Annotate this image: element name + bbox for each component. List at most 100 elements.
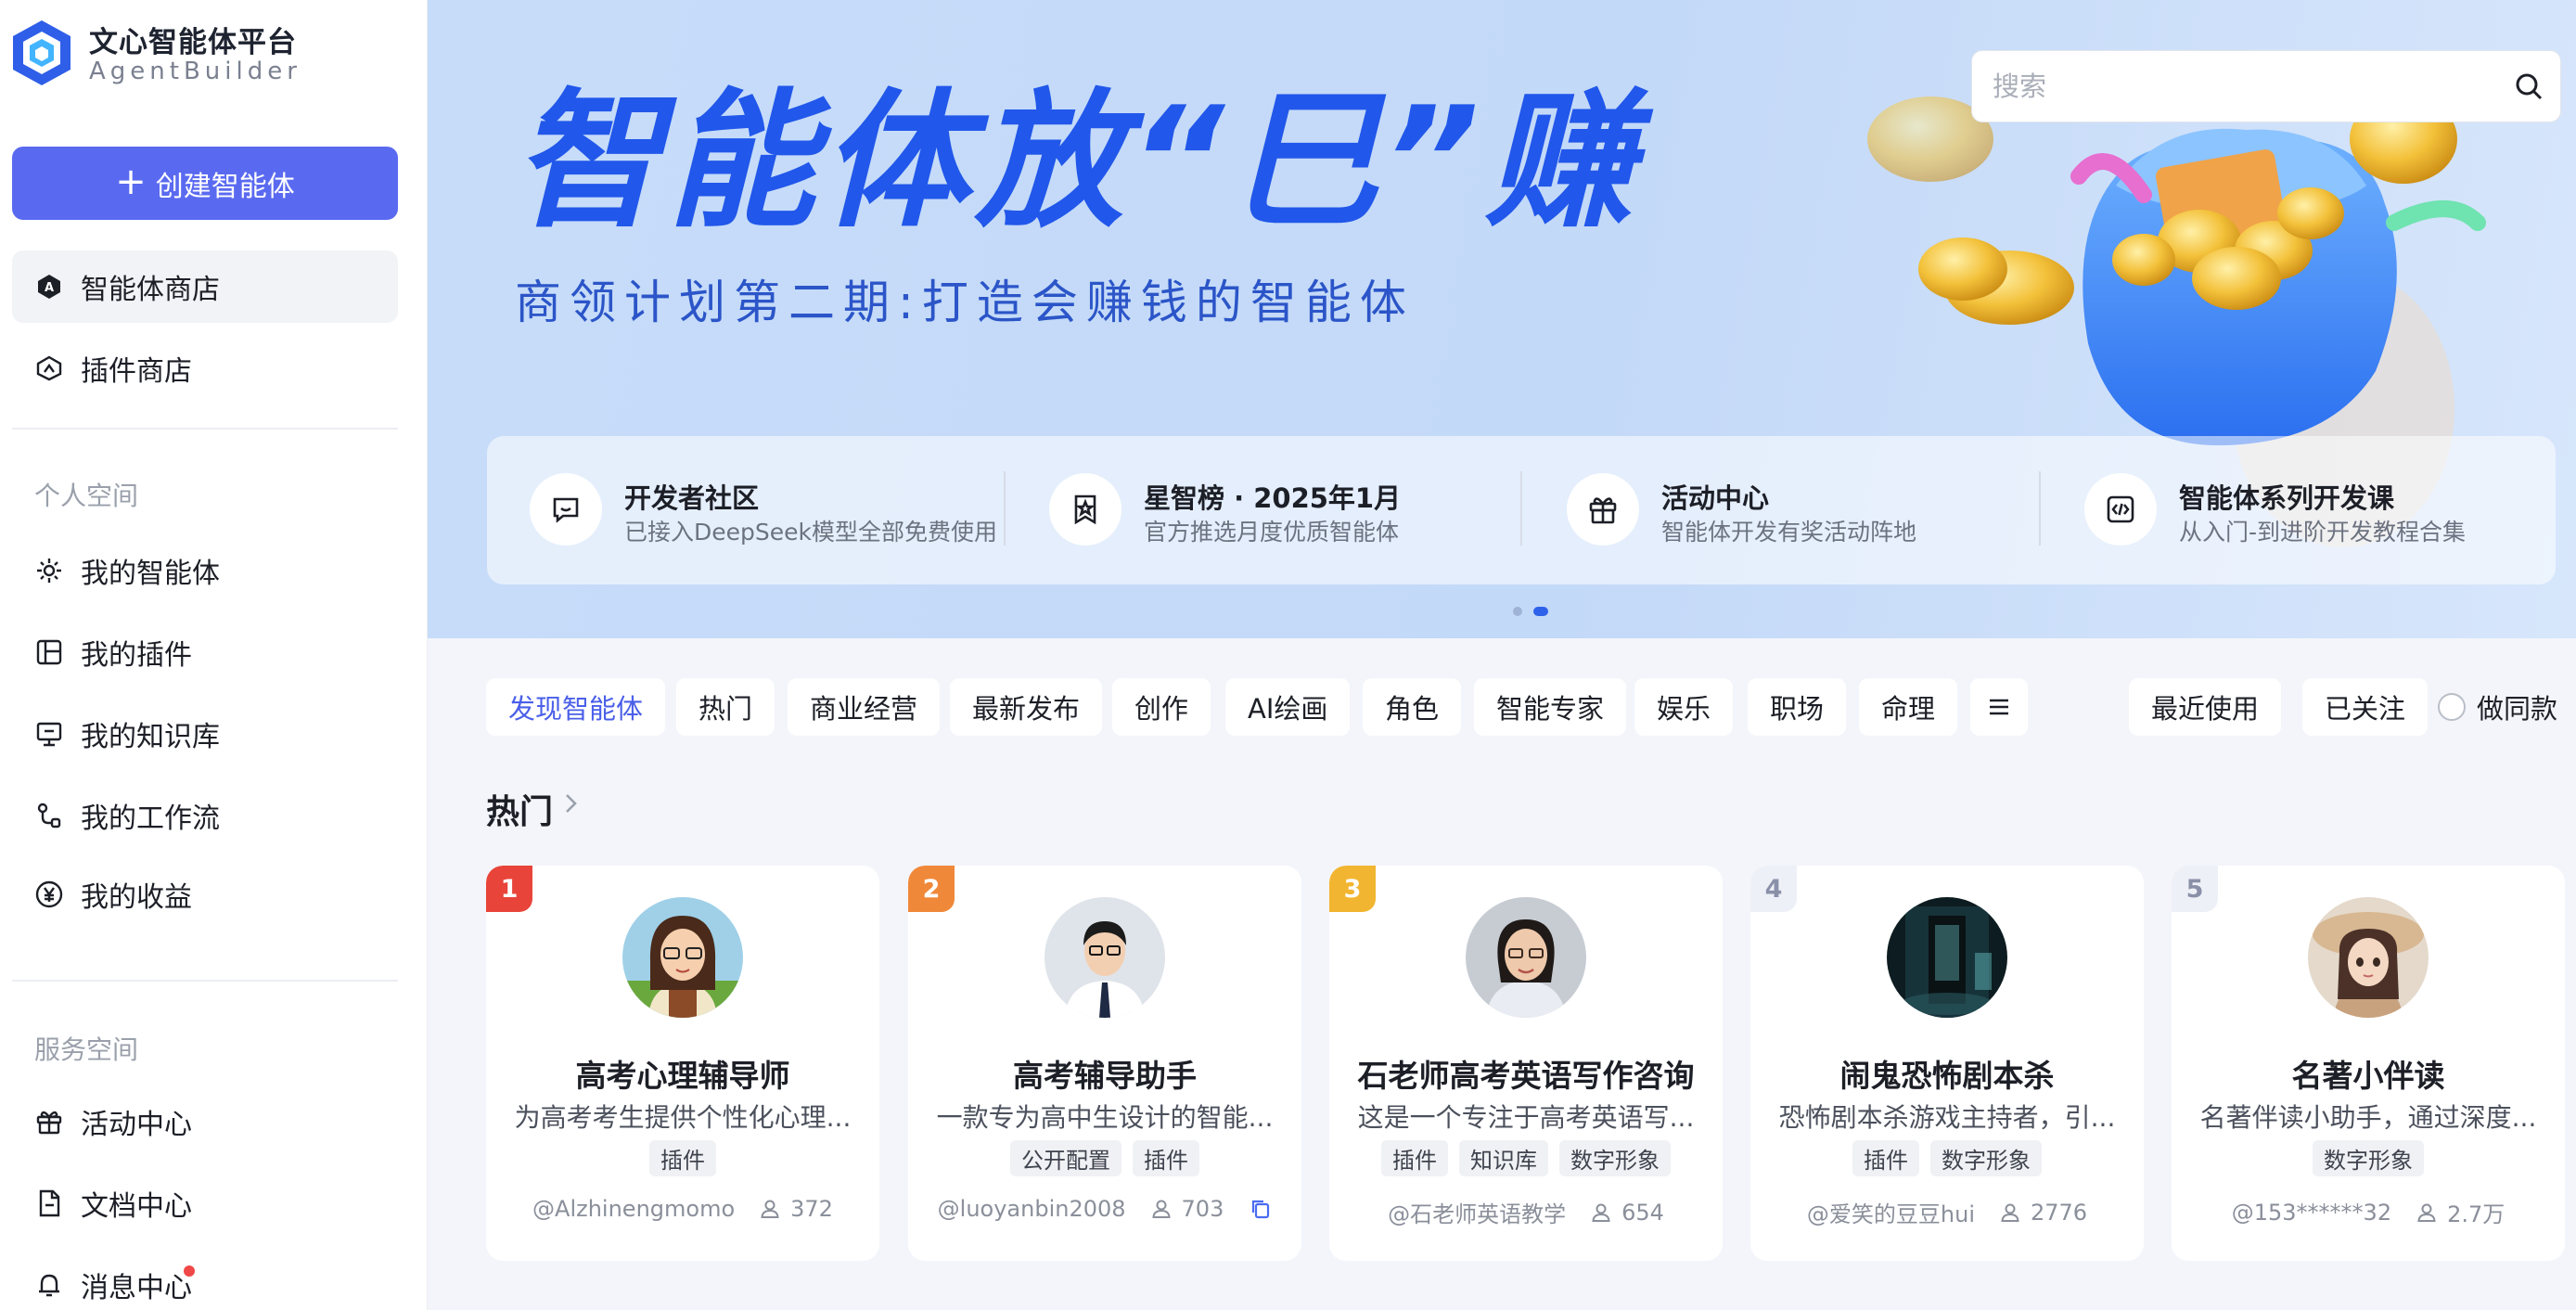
- sidebar: 文心智能体平台 AgentBuilder + 创建智能体 A 智能体商店 插件商…: [0, 0, 428, 1310]
- document-icon: [34, 1188, 64, 1218]
- card-tags: 插件 数字形象: [1750, 1140, 2144, 1176]
- card-author[interactable]: @石老师英语教学: [1388, 1196, 1566, 1228]
- tab-ai-drawing[interactable]: AI绘画: [1225, 678, 1351, 736]
- sidebar-item-my-knowledge[interactable]: 我的知识库: [12, 698, 398, 770]
- agent-card[interactable]: 2 高考辅导助手 一款专为高中生设计的智能... 公开配置 插件 @luoyan…: [908, 866, 1301, 1261]
- tab-hot[interactable]: 热门: [676, 678, 775, 736]
- sidebar-item-label: 智能体商店: [81, 274, 220, 306]
- tab-role[interactable]: 角色: [1363, 678, 1462, 736]
- agent-card[interactable]: 3 石老师高考英语写作咨询 这是一个专注于高考英语写... 插件 知识库 数字形…: [1329, 866, 1723, 1261]
- sidebar-item-doc-center[interactable]: 文档中心: [12, 1167, 398, 1239]
- gift-icon: [1567, 473, 1639, 546]
- card-description: 恐怖剧本杀游戏主持者，引...: [1778, 1102, 2116, 1133]
- sidebar-item-label: 我的收益: [81, 881, 192, 914]
- tag: 数字形象: [1930, 1140, 2042, 1176]
- search-input[interactable]: [1993, 66, 2493, 107]
- chevron-right-icon[interactable]: [560, 790, 583, 816]
- yen-icon: [34, 880, 64, 909]
- create-agent-label: 创建智能体: [155, 170, 295, 203]
- sidebar-item-plugin-store[interactable]: 插件商店: [12, 332, 398, 405]
- tab-fortune[interactable]: 命理: [1859, 678, 1958, 736]
- quick-link-star-ranking[interactable]: 星智榜 · 2025年1月 官方推选月度优质智能体: [1006, 436, 1523, 584]
- hero-banner[interactable]: 智能体放“巳”赚 商领计划第二期:打造会赚钱的智能体 开发者社区 已接入Deep…: [428, 0, 2576, 638]
- user-icon: [2001, 1203, 2019, 1222]
- user-icon: [1151, 1200, 1171, 1218]
- tag: 公开配置: [1010, 1140, 1121, 1176]
- recent-used-button[interactable]: 最近使用: [2129, 678, 2282, 736]
- agent-card[interactable]: 5 名著小伴读 名著伴读小助手，通过深度... 数字形象 @153******3…: [2172, 866, 2565, 1261]
- quick-link-desc: 已接入DeepSeek模型全部免费使用: [624, 519, 997, 546]
- search-icon[interactable]: [2512, 70, 2545, 103]
- tab-latest[interactable]: 最新发布: [950, 678, 1103, 736]
- sidebar-item-my-plugins[interactable]: 我的插件: [12, 616, 398, 688]
- tab-expert[interactable]: 智能专家: [1474, 678, 1627, 736]
- quick-link-title: 活动中心: [1661, 482, 1770, 514]
- card-meta: @Alzhinengmomo 372: [486, 1196, 879, 1222]
- tab-creation[interactable]: 创作: [1112, 678, 1211, 736]
- followed-button[interactable]: 已关注: [2302, 678, 2429, 736]
- search-box[interactable]: [1971, 50, 2561, 122]
- avatar: [1466, 897, 1586, 1018]
- quick-link-developer-community[interactable]: 开发者社区 已接入DeepSeek模型全部免费使用: [487, 436, 1004, 584]
- card-author[interactable]: @Alzhinengmomo: [532, 1196, 735, 1222]
- card-tags: 插件: [486, 1140, 879, 1176]
- section-title-hot[interactable]: 热门: [486, 785, 553, 833]
- banner-subhead: 商领计划第二期:打造会赚钱的智能体: [515, 276, 1415, 329]
- app-subtitle: AgentBuilder: [89, 58, 301, 85]
- workflow-icon: [34, 801, 64, 830]
- tag: 数字形象: [1559, 1140, 1671, 1176]
- tab-discover-agents[interactable]: 发现智能体: [486, 678, 666, 736]
- copy-icon[interactable]: [1250, 1198, 1272, 1220]
- user-icon: [2417, 1203, 2436, 1222]
- sidebar-item-my-workflow[interactable]: 我的工作流: [12, 779, 398, 852]
- badge-icon: [1049, 473, 1121, 546]
- tag: 数字形象: [2313, 1140, 2424, 1176]
- quick-link-dev-course[interactable]: 智能体系列开发课 从入门-到进阶开发教程合集: [2042, 436, 2558, 584]
- quick-link-activity-center[interactable]: 活动中心 智能体开发有奖活动阵地: [1524, 436, 2041, 584]
- radio-button[interactable]: [2438, 693, 2466, 721]
- carousel-dot-active[interactable]: [1533, 607, 1548, 616]
- create-agent-button[interactable]: + 创建智能体: [12, 147, 398, 220]
- agent-card[interactable]: 4 闹鬼恐怖剧本杀 恐怖剧本杀游戏主持者，引... 插件 数字形象 @爱笑的豆豆…: [1750, 866, 2144, 1261]
- card-title: 石老师高考英语写作咨询: [1357, 1058, 1695, 1094]
- sidebar-item-activity-center[interactable]: 活动中心: [12, 1085, 398, 1158]
- quick-link-title: 星智榜 · 2025年1月: [1144, 482, 1402, 514]
- quick-link-title: 智能体系列开发课: [2179, 482, 2395, 514]
- quick-link-separator: [1520, 471, 1522, 546]
- app-logo[interactable]: 文心智能体平台 AgentBuilder: [11, 17, 401, 91]
- sidebar-item-my-agents[interactable]: 我的智能体: [12, 534, 398, 607]
- tab-business[interactable]: 商业经营: [788, 678, 941, 736]
- radio-label: 做同款: [2477, 693, 2558, 725]
- avatar: [1887, 897, 2007, 1018]
- tab-more-button[interactable]: [1970, 678, 2028, 736]
- tab-entertainment[interactable]: 娱乐: [1634, 678, 1734, 736]
- personal-section-label: 个人空间: [34, 481, 139, 511]
- card-description: 为高考考生提供个性化心理...: [514, 1102, 852, 1133]
- tag: 插件: [1133, 1140, 1199, 1176]
- agent-card[interactable]: 1 高考心理辅导师 为高考考生提供个性化心理... 插件 @Alzhinengm…: [486, 866, 879, 1261]
- same-style-option[interactable]: 做同款: [2438, 678, 2557, 736]
- plugin-icon: [34, 637, 64, 667]
- sidebar-item-label: 我的知识库: [81, 721, 220, 753]
- card-author[interactable]: @153******32: [2232, 1200, 2391, 1226]
- tab-workplace[interactable]: 职场: [1748, 678, 1847, 736]
- user-icon: [761, 1200, 779, 1218]
- bell-icon: [34, 1270, 64, 1300]
- service-section-label: 服务空间: [34, 1034, 139, 1065]
- card-author[interactable]: @luoyanbin2008: [938, 1196, 1126, 1222]
- card-description: 一款专为高中生设计的智能...: [936, 1102, 1274, 1133]
- carousel-indicator: [1513, 607, 1548, 616]
- sidebar-item-agent-store[interactable]: A 智能体商店: [12, 250, 398, 323]
- banner-headline: 智能体放“巳”赚: [513, 74, 1640, 248]
- quick-link-desc: 官方推选月度优质智能体: [1144, 519, 1400, 546]
- avatar: [2308, 897, 2429, 1018]
- sidebar-item-message-center[interactable]: 消息中心: [12, 1249, 398, 1310]
- sidebar-item-my-earnings[interactable]: 我的收益: [12, 858, 398, 931]
- gift-icon: [34, 1107, 64, 1137]
- sidebar-item-label: 消息中心: [81, 1272, 192, 1304]
- sidebar-divider: [12, 980, 398, 982]
- carousel-dot[interactable]: [1513, 607, 1522, 616]
- card-author[interactable]: @爱笑的豆豆hui: [1807, 1196, 1975, 1228]
- card-meta: @luoyanbin2008 703: [908, 1196, 1301, 1222]
- chat-icon: [530, 473, 602, 546]
